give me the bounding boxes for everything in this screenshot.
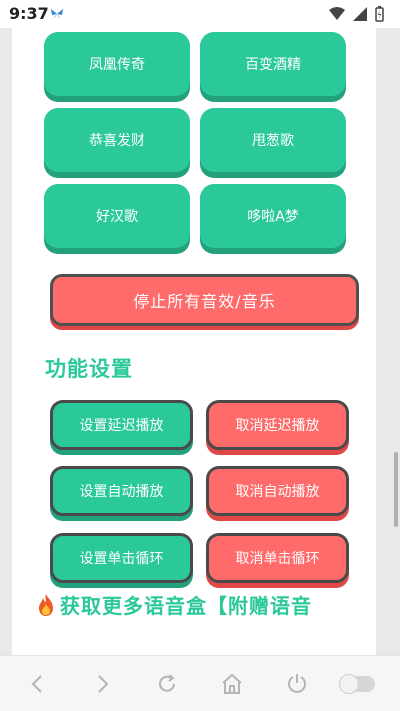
toggle-knob	[339, 674, 359, 694]
status-bar: 9:37	[0, 0, 400, 28]
toggle-switch[interactable]	[339, 674, 375, 694]
sound-button-baibian[interactable]: 百变酒精	[200, 32, 346, 96]
sound-button-shuaicong[interactable]: 甩葱歌	[200, 108, 346, 172]
scrollbar[interactable]	[394, 452, 398, 527]
section-title-settings: 功能设置	[45, 357, 133, 381]
scroll-content[interactable]: 凤凰传奇 百变酒精 恭喜发财 甩葱歌 好汉歌 哆啦A梦 停止所有音效/音乐 功能…	[12, 28, 376, 655]
wifi-icon	[329, 7, 345, 20]
battery-icon	[375, 6, 384, 22]
home-icon[interactable]	[220, 672, 244, 696]
refresh-icon[interactable]	[155, 672, 179, 696]
cancel-delay-button[interactable]: 取消延迟播放	[206, 400, 349, 450]
sound-button-haohan[interactable]: 好汉歌	[44, 184, 190, 248]
status-time: 9:37	[9, 4, 49, 23]
sound-button-gongxi[interactable]: 恭喜发财	[44, 108, 190, 172]
cancel-autoplay-button[interactable]: 取消自动播放	[206, 466, 349, 516]
sound-button-doraemon[interactable]: 哆啦A梦	[200, 184, 346, 248]
set-autoplay-button[interactable]: 设置自动播放	[50, 466, 193, 516]
power-icon[interactable]	[285, 672, 309, 696]
promo-link[interactable]: 获取更多语音盒【附赠语音	[36, 590, 312, 619]
promo-text: 获取更多语音盒【附赠语音	[60, 594, 312, 618]
sound-button-fenghuang[interactable]: 凤凰传奇	[44, 32, 190, 96]
forward-icon[interactable]	[90, 672, 114, 696]
butterfly-icon	[51, 9, 63, 19]
signal-icon	[353, 7, 367, 21]
set-delay-button[interactable]: 设置延迟播放	[50, 400, 193, 450]
bottom-nav-bar	[0, 655, 400, 711]
fire-icon	[39, 593, 53, 616]
cancel-click-loop-button[interactable]: 取消单击循环	[206, 533, 349, 583]
status-icons	[329, 6, 384, 22]
set-click-loop-button[interactable]: 设置单击循环	[50, 533, 193, 583]
stop-all-button[interactable]: 停止所有音效/音乐	[50, 274, 359, 326]
back-icon[interactable]	[26, 672, 50, 696]
